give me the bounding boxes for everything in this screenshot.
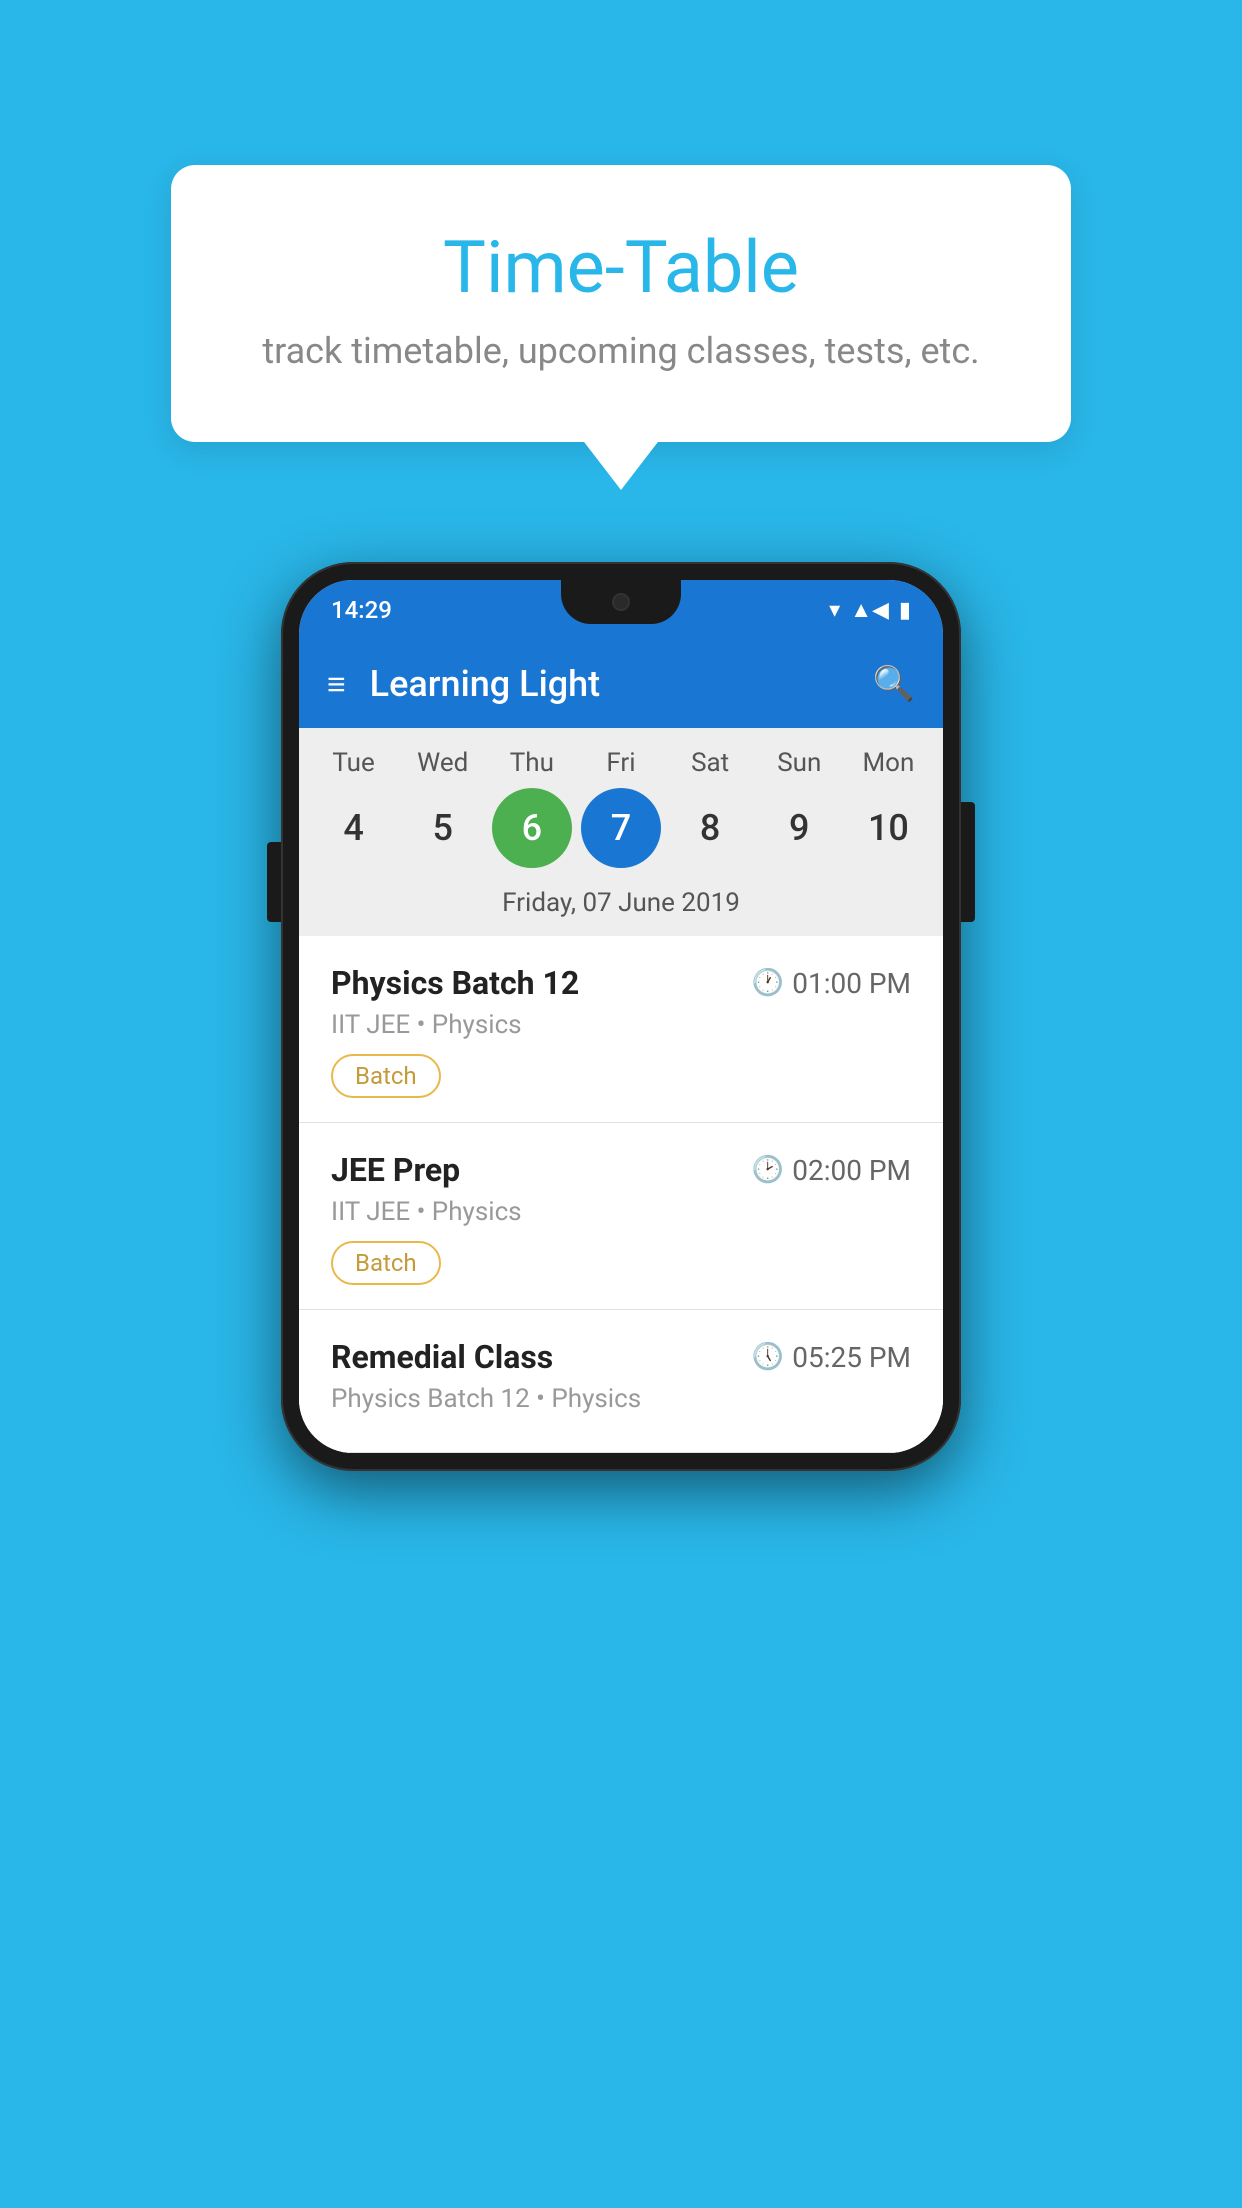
item-3-time: 🕔 05:25 PM xyxy=(752,1341,911,1374)
info-card: Time-Table track timetable, upcoming cla… xyxy=(171,165,1071,442)
signal-icon: ▲◀ xyxy=(850,597,889,623)
status-time: 14:29 xyxy=(331,596,392,624)
day-6[interactable]: 6 xyxy=(492,788,572,868)
clock-icon-1: 🕐 xyxy=(752,968,784,998)
notch xyxy=(561,580,681,624)
day-header-mon: Mon xyxy=(848,748,928,778)
item-2-time: 🕑 02:00 PM xyxy=(752,1154,911,1187)
item-2-badge: Batch xyxy=(331,1241,441,1285)
day-10[interactable]: 10 xyxy=(848,788,928,868)
app-bar: ≡ Learning Light 🔍 xyxy=(299,640,943,728)
phone-body: 14:29 ▾ ▲◀ ▮ ≡ Learning Light 🔍 Tue xyxy=(281,562,961,1471)
schedule-item-1[interactable]: Physics Batch 12 🕐 01:00 PM IIT JEE • Ph… xyxy=(299,936,943,1123)
day-headers: Tue Wed Thu Fri Sat Sun Mon xyxy=(299,748,943,778)
menu-icon[interactable]: ≡ xyxy=(327,665,346,703)
day-header-fri: Fri xyxy=(581,748,661,778)
phone-screen: 14:29 ▾ ▲◀ ▮ ≡ Learning Light 🔍 Tue xyxy=(299,580,943,1453)
day-header-sat: Sat xyxy=(670,748,750,778)
status-bar: 14:29 ▾ ▲◀ ▮ xyxy=(299,580,943,640)
clock-icon-3: 🕔 xyxy=(752,1342,784,1372)
card-subtitle: track timetable, upcoming classes, tests… xyxy=(251,330,991,372)
item-1-badge: Batch xyxy=(331,1054,441,1098)
schedule-item-3[interactable]: Remedial Class 🕔 05:25 PM Physics Batch … xyxy=(299,1310,943,1453)
day-header-thu: Thu xyxy=(492,748,572,778)
item-2-header: JEE Prep 🕑 02:00 PM xyxy=(331,1151,911,1189)
schedule-list: Physics Batch 12 🕐 01:00 PM IIT JEE • Ph… xyxy=(299,936,943,1453)
day-7[interactable]: 7 xyxy=(581,788,661,868)
day-header-sun: Sun xyxy=(759,748,839,778)
search-icon[interactable]: 🔍 xyxy=(873,664,915,704)
phone-mockup: 14:29 ▾ ▲◀ ▮ ≡ Learning Light 🔍 Tue xyxy=(281,562,961,1471)
selected-date: Friday, 07 June 2019 xyxy=(299,878,943,936)
item-1-meta: IIT JEE • Physics xyxy=(331,1010,911,1040)
item-3-header: Remedial Class 🕔 05:25 PM xyxy=(331,1338,911,1376)
item-2-meta: IIT JEE • Physics xyxy=(331,1197,911,1227)
day-5[interactable]: 5 xyxy=(403,788,483,868)
app-title: Learning Light xyxy=(370,663,873,705)
clock-icon-2: 🕑 xyxy=(752,1155,784,1185)
day-9[interactable]: 9 xyxy=(759,788,839,868)
item-1-header: Physics Batch 12 🕐 01:00 PM xyxy=(331,964,911,1002)
wifi-icon: ▾ xyxy=(829,598,840,623)
item-1-name: Physics Batch 12 xyxy=(331,964,579,1002)
camera xyxy=(612,593,630,611)
item-2-name: JEE Prep xyxy=(331,1151,460,1189)
item-3-meta: Physics Batch 12 • Physics xyxy=(331,1384,911,1414)
item-3-name: Remedial Class xyxy=(331,1338,553,1376)
day-header-tue: Tue xyxy=(314,748,394,778)
battery-icon: ▮ xyxy=(899,598,911,623)
day-header-wed: Wed xyxy=(403,748,483,778)
item-1-time: 🕐 01:00 PM xyxy=(752,967,911,1000)
day-4[interactable]: 4 xyxy=(314,788,394,868)
schedule-item-2[interactable]: JEE Prep 🕑 02:00 PM IIT JEE • Physics Ba… xyxy=(299,1123,943,1310)
calendar-strip: Tue Wed Thu Fri Sat Sun Mon 4 5 6 7 8 9 … xyxy=(299,728,943,936)
card-title: Time-Table xyxy=(251,225,991,310)
day-8[interactable]: 8 xyxy=(670,788,750,868)
status-icons: ▾ ▲◀ ▮ xyxy=(829,597,911,623)
day-numbers[interactable]: 4 5 6 7 8 9 10 xyxy=(299,788,943,868)
